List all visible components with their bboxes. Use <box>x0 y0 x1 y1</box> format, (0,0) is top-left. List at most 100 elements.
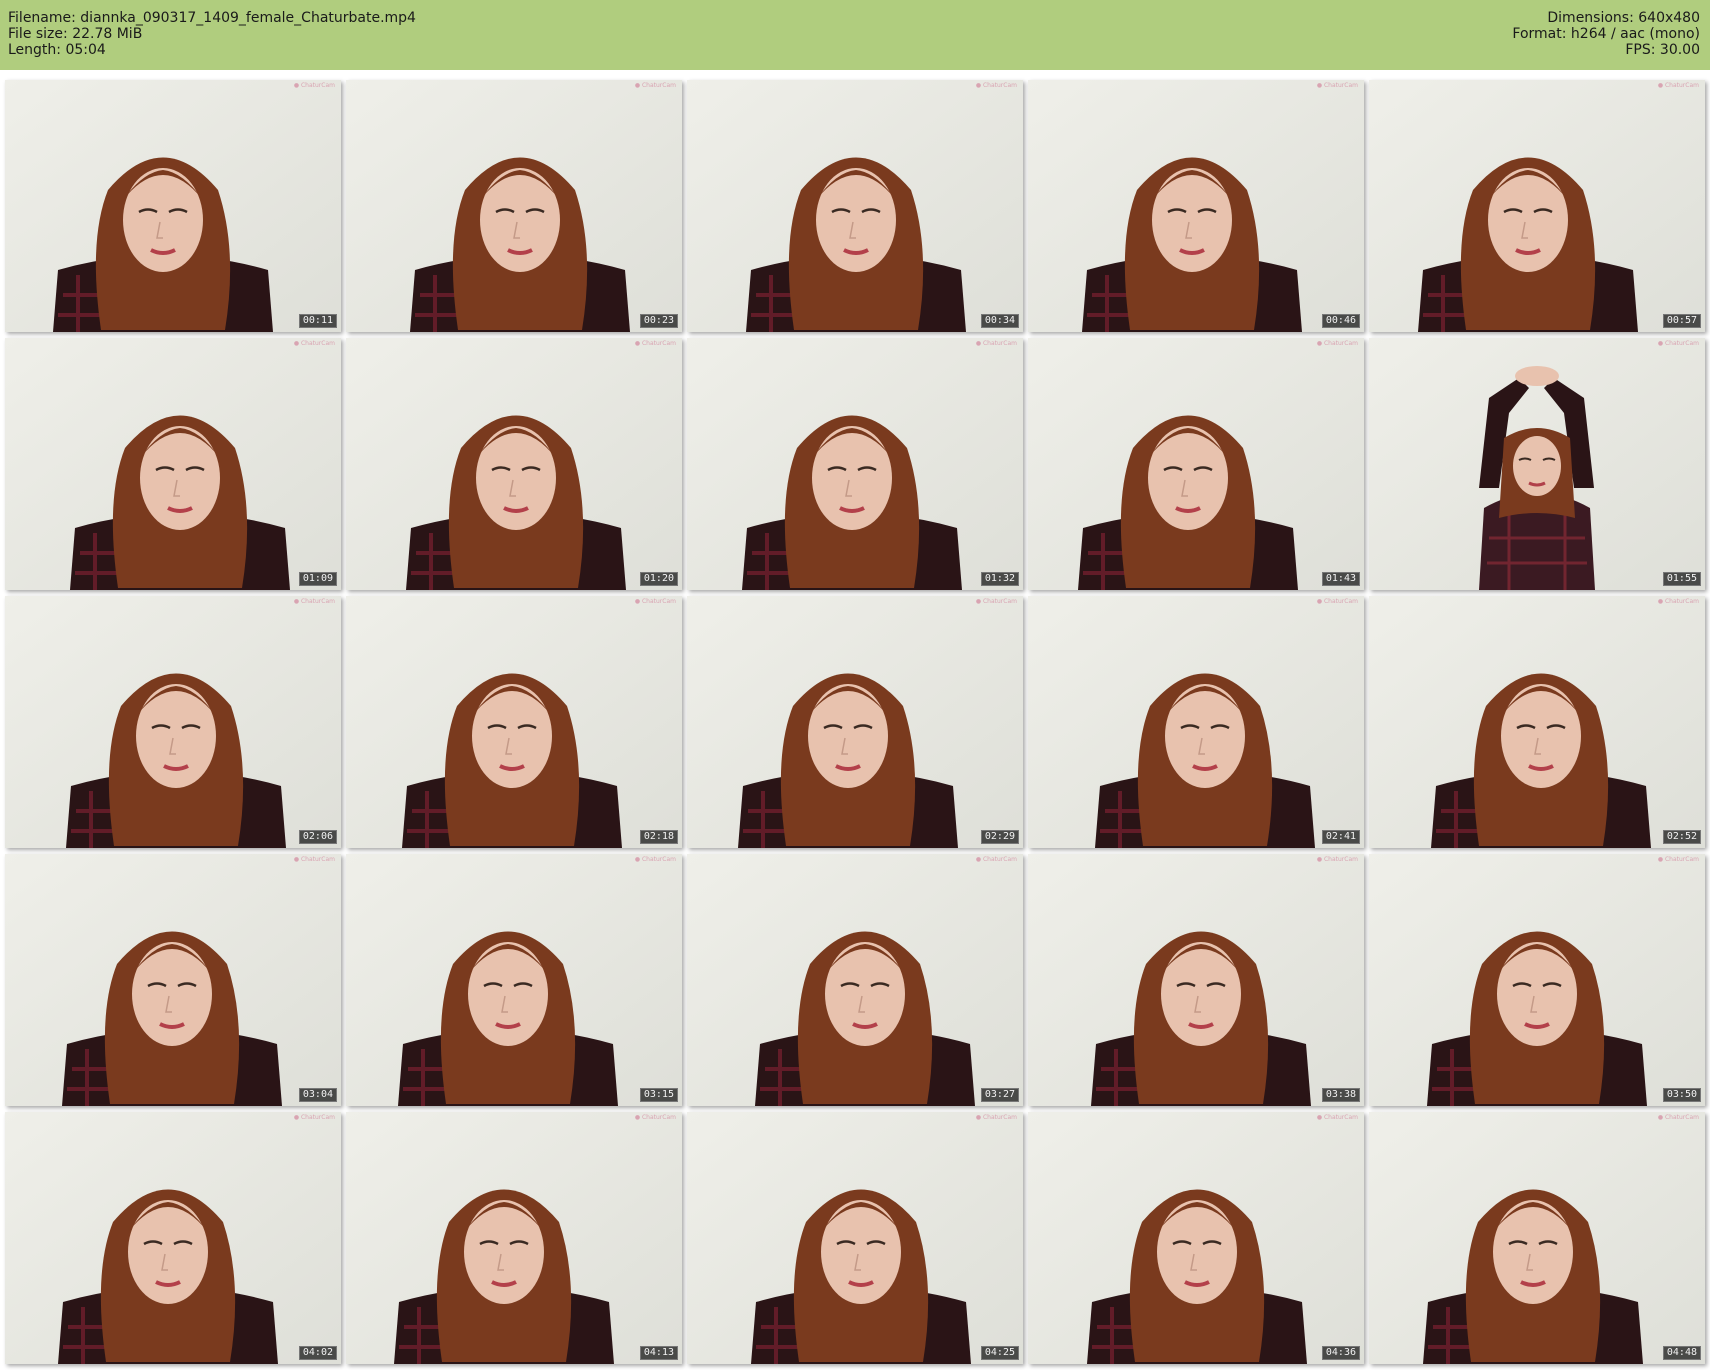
video-frame-thumbnail: ● ChaturCam 00:23 <box>346 80 682 332</box>
frame-image <box>1369 338 1705 590</box>
frame-image <box>1369 854 1705 1106</box>
frame-image <box>346 854 682 1106</box>
watermark: ● ChaturCam <box>1657 82 1699 89</box>
frame-image <box>687 80 1023 332</box>
frame-timestamp: 02:41 <box>1321 830 1360 844</box>
frame-image <box>687 338 1023 590</box>
format-text: Format: h264 / aac (mono) <box>1512 26 1700 42</box>
watermark: ● ChaturCam <box>1657 598 1699 605</box>
watermark: ● ChaturCam <box>634 340 676 347</box>
frame-image <box>5 338 341 590</box>
frame-image <box>346 1112 682 1364</box>
frame-timestamp: 04:48 <box>1662 1346 1701 1360</box>
video-frame-thumbnail: ● ChaturCam 03:50 <box>1369 854 1705 1106</box>
watermark: ● ChaturCam <box>634 598 676 605</box>
video-frame-thumbnail: ● ChaturCam 00:57 <box>1369 80 1705 332</box>
frame-timestamp: 03:50 <box>1662 1088 1701 1102</box>
length-text: Length: 05:04 <box>8 42 106 58</box>
frame-image <box>1369 1112 1705 1364</box>
thumbnail-grid: ● ChaturCam 00:11 ● ChaturCam 00:23 ● Ch… <box>0 78 1710 1368</box>
frame-timestamp: 00:11 <box>298 314 337 328</box>
watermark: ● ChaturCam <box>293 856 335 863</box>
video-frame-thumbnail: ● ChaturCam 04:25 <box>687 1112 1023 1364</box>
fps-text: FPS: 30.00 <box>1625 42 1700 58</box>
frame-image <box>687 1112 1023 1364</box>
watermark: ● ChaturCam <box>1657 340 1699 347</box>
frame-timestamp: 03:15 <box>639 1088 678 1102</box>
video-frame-thumbnail: ● ChaturCam 01:55 <box>1369 338 1705 590</box>
frame-image <box>1028 80 1364 332</box>
watermark: ● ChaturCam <box>634 82 676 89</box>
frame-image <box>1369 80 1705 332</box>
frame-timestamp: 02:06 <box>298 830 337 844</box>
watermark: ● ChaturCam <box>975 1114 1017 1121</box>
frame-image <box>1028 854 1364 1106</box>
video-frame-thumbnail: ● ChaturCam 02:41 <box>1028 596 1364 848</box>
frame-timestamp: 00:46 <box>1321 314 1360 328</box>
video-frame-thumbnail: ● ChaturCam 01:20 <box>346 338 682 590</box>
frame-timestamp: 04:36 <box>1321 1346 1360 1360</box>
video-frame-thumbnail: ● ChaturCam 02:06 <box>5 596 341 848</box>
file-info-header: Filename: diannka_090317_1409_female_Cha… <box>0 0 1710 70</box>
watermark: ● ChaturCam <box>634 1114 676 1121</box>
watermark: ● ChaturCam <box>1657 856 1699 863</box>
watermark: ● ChaturCam <box>975 82 1017 89</box>
video-frame-thumbnail: ● ChaturCam 01:32 <box>687 338 1023 590</box>
dimensions-text: Dimensions: 640x480 <box>1547 10 1700 26</box>
video-frame-thumbnail: ● ChaturCam 01:09 <box>5 338 341 590</box>
watermark: ● ChaturCam <box>293 82 335 89</box>
watermark: ● ChaturCam <box>634 856 676 863</box>
frame-timestamp: 03:38 <box>1321 1088 1360 1102</box>
frame-timestamp: 01:43 <box>1321 572 1360 586</box>
video-frame-thumbnail: ● ChaturCam 03:27 <box>687 854 1023 1106</box>
frame-image <box>346 80 682 332</box>
frame-image <box>1028 1112 1364 1364</box>
video-frame-thumbnail: ● ChaturCam 04:36 <box>1028 1112 1364 1364</box>
video-frame-thumbnail: ● ChaturCam 00:11 <box>5 80 341 332</box>
video-frame-thumbnail: ● ChaturCam 02:18 <box>346 596 682 848</box>
video-frame-thumbnail: ● ChaturCam 04:13 <box>346 1112 682 1364</box>
frame-image <box>5 80 341 332</box>
watermark: ● ChaturCam <box>975 598 1017 605</box>
watermark: ● ChaturCam <box>293 340 335 347</box>
frame-timestamp: 02:29 <box>980 830 1019 844</box>
frame-image <box>687 596 1023 848</box>
video-frame-thumbnail: ● ChaturCam 00:34 <box>687 80 1023 332</box>
frame-timestamp: 00:23 <box>639 314 678 328</box>
video-frame-thumbnail: ● ChaturCam 04:48 <box>1369 1112 1705 1364</box>
frame-image <box>346 596 682 848</box>
frame-image <box>346 338 682 590</box>
video-frame-thumbnail: ● ChaturCam 01:43 <box>1028 338 1364 590</box>
frame-image <box>1369 596 1705 848</box>
frame-timestamp: 02:18 <box>639 830 678 844</box>
frame-image <box>1028 338 1364 590</box>
frame-timestamp: 01:09 <box>298 572 337 586</box>
watermark: ● ChaturCam <box>1316 340 1358 347</box>
frame-timestamp: 00:34 <box>980 314 1019 328</box>
frame-image <box>687 854 1023 1106</box>
frame-image <box>5 854 341 1106</box>
watermark: ● ChaturCam <box>1316 82 1358 89</box>
video-frame-thumbnail: ● ChaturCam 03:04 <box>5 854 341 1106</box>
filesize-text: File size: 22.78 MiB <box>8 26 143 42</box>
file-info-left: Filename: diannka_090317_1409_female_Cha… <box>8 10 416 58</box>
frame-image <box>5 596 341 848</box>
watermark: ● ChaturCam <box>293 598 335 605</box>
watermark: ● ChaturCam <box>293 1114 335 1121</box>
file-info-right: Dimensions: 640x480 Format: h264 / aac (… <box>1512 10 1700 58</box>
video-frame-thumbnail: ● ChaturCam 00:46 <box>1028 80 1364 332</box>
frame-timestamp: 04:25 <box>980 1346 1019 1360</box>
frame-image <box>1028 596 1364 848</box>
watermark: ● ChaturCam <box>1316 856 1358 863</box>
frame-timestamp: 00:57 <box>1662 314 1701 328</box>
frame-timestamp: 01:32 <box>980 572 1019 586</box>
video-frame-thumbnail: ● ChaturCam 03:15 <box>346 854 682 1106</box>
filename-text: Filename: diannka_090317_1409_female_Cha… <box>8 10 416 26</box>
frame-timestamp: 01:55 <box>1662 572 1701 586</box>
video-frame-thumbnail: ● ChaturCam 02:29 <box>687 596 1023 848</box>
watermark: ● ChaturCam <box>1316 1114 1358 1121</box>
video-frame-thumbnail: ● ChaturCam 02:52 <box>1369 596 1705 848</box>
video-frame-thumbnail: ● ChaturCam 04:02 <box>5 1112 341 1364</box>
watermark: ● ChaturCam <box>975 340 1017 347</box>
watermark: ● ChaturCam <box>975 856 1017 863</box>
